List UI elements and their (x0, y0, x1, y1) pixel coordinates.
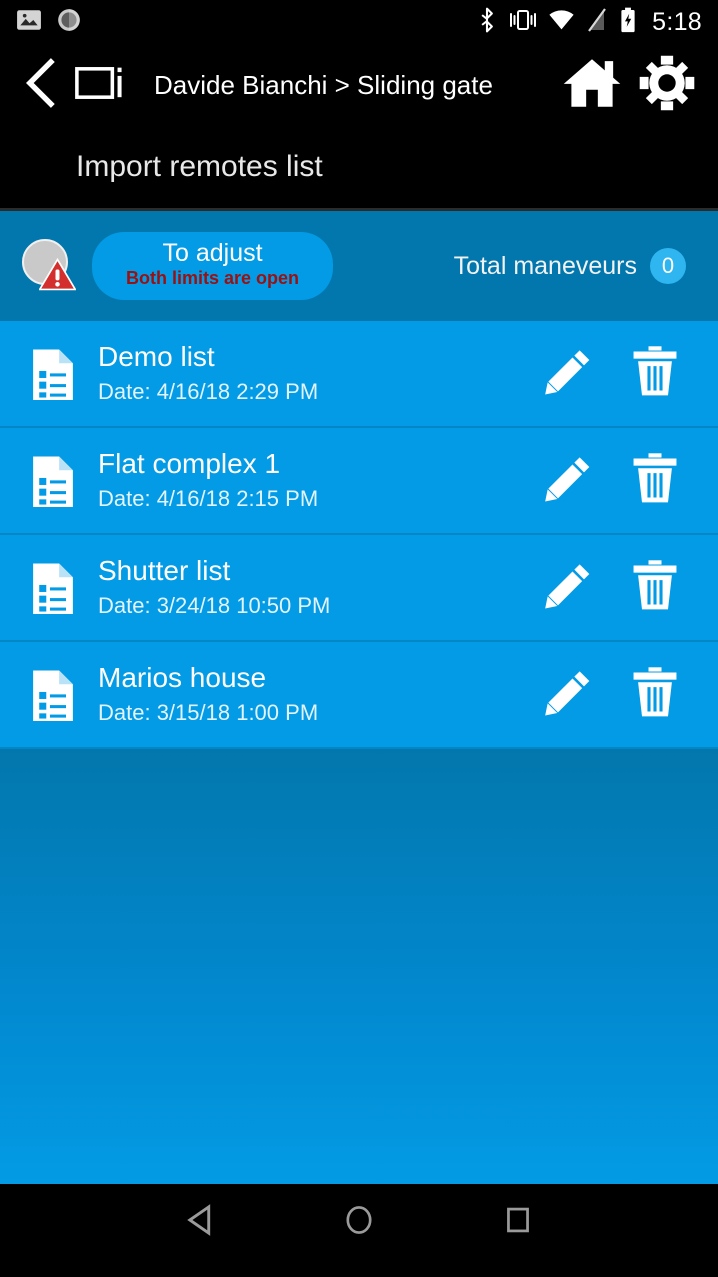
list-item-title: Marios house (98, 661, 267, 693)
adjust-status-label: To adjust (162, 239, 263, 268)
app-bar: Davide Bianchi > Sliding gate (0, 45, 718, 125)
system-status-bar: 5:18 (0, 0, 718, 45)
no-signal-icon (586, 8, 608, 37)
home-button[interactable] (554, 55, 630, 116)
list-item-date: Date: 3/15/18 1:00 PM (98, 699, 319, 725)
back-chevron-icon (20, 57, 62, 114)
phone-screen: 5:18 Davide Bianchi > Sliding gate Impor… (0, 0, 718, 1277)
total-maneuvers-label: Total maneveurs (453, 251, 637, 280)
device-info-icon (75, 64, 127, 107)
list-item[interactable]: Demo list Date: 4/16/18 2:29 PM (0, 321, 718, 428)
status-indicator (22, 239, 77, 296)
empty-list-area (0, 749, 718, 1184)
edit-button[interactable] (526, 453, 612, 508)
warning-triangle-icon (38, 257, 77, 296)
status-bar-right-icons: 5:18 (476, 0, 702, 45)
list-item[interactable]: Marios house Date: 3/15/18 1:00 PM (0, 642, 718, 749)
adjust-status-button[interactable]: To adjust Both limits are open (92, 232, 334, 300)
trash-icon (631, 666, 679, 723)
vibrate-icon (509, 8, 537, 37)
list-item-date: Date: 3/24/18 10:50 PM (98, 592, 331, 618)
status-bar-clock: 5:18 (652, 8, 702, 36)
list-item-text: Shutter list Date: 3/24/18 10:50 PM (86, 554, 526, 622)
delete-button[interactable] (612, 345, 698, 402)
status-bar-left-icons (16, 7, 82, 38)
edit-button[interactable] (526, 346, 612, 401)
device-status-strip: To adjust Both limits are open Total man… (0, 211, 718, 321)
delete-button[interactable] (612, 666, 698, 723)
document-list-icon (20, 562, 86, 614)
list-item-date: Date: 4/16/18 2:29 PM (98, 378, 319, 404)
delete-button[interactable] (612, 559, 698, 616)
trash-icon (631, 559, 679, 616)
settings-button[interactable] (630, 54, 704, 117)
nav-recents-square-icon (504, 1205, 532, 1240)
nav-home-button[interactable] (329, 1204, 389, 1241)
list-item[interactable]: Shutter list Date: 3/24/18 10:50 PM (0, 535, 718, 642)
nav-home-circle-icon (344, 1204, 374, 1241)
list-item-title: Flat complex 1 (98, 447, 281, 479)
edit-button[interactable] (526, 560, 612, 615)
total-maneuvers: Total maneveurs 0 (454, 248, 686, 284)
delete-button[interactable] (612, 452, 698, 509)
pencil-icon (544, 667, 594, 722)
system-navigation-bar (0, 1184, 718, 1261)
pencil-icon (544, 560, 594, 615)
battery-charging-icon (619, 7, 637, 38)
list-item-text: Demo list Date: 4/16/18 2:29 PM (86, 340, 526, 408)
list-item-text: Flat complex 1 Date: 4/16/18 2:15 PM (86, 447, 526, 515)
pencil-icon (544, 346, 594, 401)
list-item[interactable]: Flat complex 1 Date: 4/16/18 2:15 PM (0, 428, 718, 535)
page-title: Import remotes list (0, 125, 718, 208)
document-list-icon (20, 669, 86, 721)
gear-icon (638, 54, 696, 117)
nav-back-triangle-icon (185, 1204, 215, 1241)
pencil-icon (544, 453, 594, 508)
trash-icon (631, 345, 679, 402)
brightness-icon (56, 7, 82, 38)
limits-warning-label: Both limits are open (126, 268, 300, 289)
list-item-date: Date: 4/16/18 2:15 PM (98, 485, 319, 511)
document-list-icon (20, 348, 86, 400)
document-list-icon (20, 455, 86, 507)
list-item-text: Marios house Date: 3/15/18 1:00 PM (86, 661, 526, 729)
list-item-title: Shutter list (98, 554, 231, 586)
trash-icon (631, 452, 679, 509)
remotes-list: Demo list Date: 4/16/18 2:29 PM Flat com… (0, 321, 718, 749)
photo-icon (16, 7, 42, 38)
edit-button[interactable] (526, 667, 612, 722)
wifi-icon (548, 9, 575, 36)
nav-back-button[interactable] (170, 1204, 230, 1241)
total-maneuvers-count: 0 (650, 248, 686, 284)
bluetooth-icon (476, 7, 498, 38)
home-icon (561, 55, 623, 116)
back-button[interactable] (14, 57, 68, 114)
device-info-button[interactable] (70, 64, 132, 107)
list-item-title: Demo list (98, 340, 215, 372)
breadcrumb: Davide Bianchi > Sliding gate (154, 69, 493, 100)
nav-recents-button[interactable] (488, 1205, 548, 1240)
